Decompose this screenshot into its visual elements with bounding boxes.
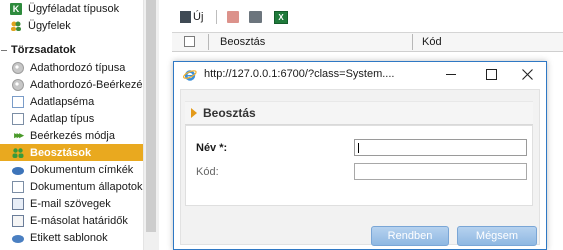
excel-export-button[interactable]: X <box>274 10 288 24</box>
collapse-dash-icon <box>1 49 7 51</box>
maximize-icon <box>485 68 497 80</box>
sidebar-item-label: Beérkezés módja <box>30 129 115 142</box>
edit-dialog-window: http://127.0.0.1:6700/?class=System.... … <box>173 61 547 250</box>
scrollbar-thumb[interactable] <box>146 0 156 232</box>
splitter[interactable] <box>159 0 171 250</box>
new-label: Új <box>193 11 204 23</box>
sidebar-item-label: Dokumentum állapotok <box>30 180 143 193</box>
sidebar-item-label: Beosztások <box>30 146 92 159</box>
sidebar-item-label: Etikett sablonok <box>30 231 108 244</box>
email-texts-icon <box>12 197 24 210</box>
sidebar-item-document-states[interactable]: Dokumentum állapotok <box>0 178 143 195</box>
sidebar: K Ügyféladat típusok Ügyfelek Törzsadato… <box>0 0 143 250</box>
dialog-content: Beosztás Név *: Kód: Rendben Mégsem <box>180 89 540 246</box>
maximize-button[interactable] <box>478 64 504 84</box>
sidebar-item-customers[interactable]: Ügyfelek <box>0 17 143 34</box>
sidebar-item-label: Ügyféladat típusok <box>28 2 120 15</box>
sidebar-item-label: Ügyfelek <box>28 19 71 32</box>
new-icon <box>180 11 191 23</box>
receipt-method-icon: ▸▸▸ <box>14 130 24 140</box>
sidebar-item-label: Dokumentum címkék <box>30 163 134 176</box>
dialog-titlebar[interactable]: http://127.0.0.1:6700/?class=System.... <box>174 62 546 87</box>
grid-scroll-area <box>548 52 563 250</box>
sidebar-item-customer-data-types[interactable]: K Ügyféladat típusok <box>0 0 143 17</box>
grid-header: Beosztás Kód <box>172 33 563 52</box>
sidebar-item-media-receipt[interactable]: Adathordozó-Beérkezés <box>0 76 143 93</box>
toolbar-separator <box>216 10 217 24</box>
customers-icon <box>10 20 22 32</box>
sidebar-item-label: Adatlapséma <box>30 95 95 108</box>
sidebar-item-datasheet-type[interactable]: Adatlap típus <box>0 110 143 127</box>
toolbar: Új X <box>172 0 563 33</box>
sidebar-item-label: Adathordozó-Beérkezés <box>30 78 143 91</box>
name-field[interactable] <box>354 139 527 156</box>
code-field-label: Kód: <box>196 166 219 178</box>
minimize-button[interactable] <box>438 64 464 84</box>
close-icon <box>521 68 533 80</box>
positions-icon <box>12 147 24 159</box>
name-field-label: Név *: <box>196 142 228 154</box>
sidebar-item-positions[interactable]: Beosztások <box>0 144 143 161</box>
sidebar-item-label: E-másolat határidők <box>30 214 128 227</box>
datasheet-schema-icon <box>12 95 24 108</box>
column-header-code[interactable]: Kód <box>422 36 442 48</box>
minimize-icon <box>446 73 456 75</box>
document-tags-icon <box>12 166 24 175</box>
dialog-url: http://127.0.0.1:6700/?class=System.... <box>204 68 395 80</box>
print-icon <box>249 11 262 23</box>
sidebar-item-label: Adatlap típus <box>30 112 95 125</box>
delete-button[interactable] <box>227 10 239 24</box>
sidebar-item-document-tags[interactable]: Dokumentum címkék <box>0 161 143 178</box>
media-type-icon <box>12 61 24 74</box>
sidebar-item-email-texts[interactable]: E-mail szövegek <box>0 195 143 212</box>
document-states-icon <box>12 180 24 193</box>
column-separator[interactable] <box>208 34 209 50</box>
excel-export-icon: X <box>274 10 288 24</box>
cancel-button[interactable]: Mégsem <box>457 226 537 246</box>
sidebar-item-label: Adathordozó típusa <box>30 61 126 74</box>
ok-button[interactable]: Rendben <box>371 226 449 246</box>
sidebar-item-datasheet-schema[interactable]: Adatlapséma <box>0 93 143 110</box>
section-label: Törzsadatok <box>11 44 76 56</box>
panel-header: Beosztás <box>185 101 533 125</box>
media-receipt-icon <box>12 78 24 91</box>
sidebar-scrollbar[interactable] <box>143 0 159 250</box>
form-panel: Név *: Kód: <box>185 125 533 206</box>
panel-arrow-icon <box>191 108 197 118</box>
column-header-position[interactable]: Beosztás <box>220 36 265 48</box>
section-header-master-data[interactable]: Törzsadatok <box>0 42 76 58</box>
code-field[interactable] <box>354 163 527 180</box>
customer-data-types-icon: K <box>10 2 22 15</box>
new-button[interactable]: Új <box>180 10 203 24</box>
close-button[interactable] <box>514 64 540 84</box>
sidebar-item-media-type[interactable]: Adathordozó típusa <box>0 59 143 76</box>
select-all-checkbox[interactable] <box>184 36 195 47</box>
sidebar-item-e-copy-deadlines[interactable]: E-másolat határidők <box>0 212 143 229</box>
sidebar-item-label: E-mail szövegek <box>30 197 111 210</box>
datasheet-type-icon <box>12 112 24 125</box>
e-copy-deadlines-icon <box>12 214 24 227</box>
panel-title: Beosztás <box>203 106 256 120</box>
column-separator[interactable] <box>412 34 413 50</box>
internet-explorer-icon <box>183 70 197 81</box>
label-templates-icon <box>12 234 24 243</box>
sidebar-item-receipt-method[interactable]: ▸▸▸ Beérkezés módja <box>0 127 143 144</box>
text-caret <box>358 143 359 153</box>
sidebar-item-label-templates[interactable]: Etikett sablonok <box>0 229 143 246</box>
print-button[interactable] <box>249 10 262 24</box>
delete-icon <box>227 11 239 23</box>
